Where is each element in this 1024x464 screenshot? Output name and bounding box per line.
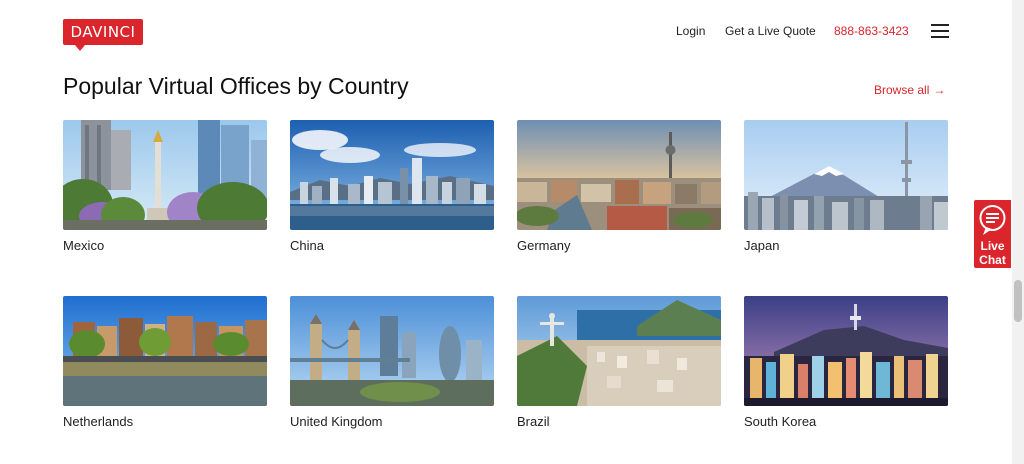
rio-de-janeiro-image (517, 296, 721, 406)
live-chat-label-line2: Chat (979, 253, 1006, 267)
hamburger-menu-icon[interactable] (931, 24, 949, 39)
country-name: China (290, 238, 324, 253)
tokyo-mount-fuji-image (744, 120, 948, 230)
mexico-city-image (63, 120, 267, 230)
davinci-logo[interactable]: DAVINCI (63, 19, 143, 51)
browse-all-link[interactable]: Browse all → (874, 83, 945, 97)
country-card-united-kingdom[interactable]: United Kingdom (290, 296, 494, 429)
country-card-mexico[interactable]: Mexico (63, 120, 267, 253)
section-title: Popular Virtual Offices by Country (63, 73, 409, 99)
page-scrollbar[interactable] (1012, 0, 1024, 464)
hong-kong-skyline-image (290, 120, 494, 230)
country-card-brazil[interactable]: Brazil (517, 296, 721, 429)
country-name: Brazil (517, 414, 550, 429)
country-name: Netherlands (63, 414, 134, 429)
live-chat-label-line1: Live (980, 239, 1005, 253)
berlin-city-image (517, 120, 721, 230)
login-link[interactable]: Login (676, 24, 705, 38)
country-name: Japan (744, 238, 780, 253)
scrollbar-thumb[interactable] (1014, 280, 1022, 322)
country-name: Mexico (63, 238, 105, 253)
country-name: South Korea (744, 414, 817, 429)
seoul-night-image (744, 296, 948, 406)
london-tower-bridge-image (290, 296, 494, 406)
country-card-netherlands[interactable]: Netherlands (63, 296, 267, 429)
live-chat-button[interactable]: Live Chat (974, 200, 1011, 268)
chat-bubble-icon (979, 205, 1006, 235)
country-card-south-korea[interactable]: South Korea (744, 296, 948, 429)
phone-link[interactable]: 888-863-3423 (834, 24, 909, 38)
country-card-germany[interactable]: Germany (517, 120, 721, 253)
country-card-japan[interactable]: Japan (744, 120, 948, 253)
country-name: United Kingdom (290, 414, 383, 429)
amsterdam-canal-image (63, 296, 267, 406)
browse-all-label: Browse all (874, 83, 930, 97)
country-name: Germany (517, 238, 571, 253)
arrow-right-icon: → (933, 83, 946, 97)
country-card-china[interactable]: China (290, 120, 494, 253)
live-quote-link[interactable]: Get a Live Quote (725, 24, 816, 38)
